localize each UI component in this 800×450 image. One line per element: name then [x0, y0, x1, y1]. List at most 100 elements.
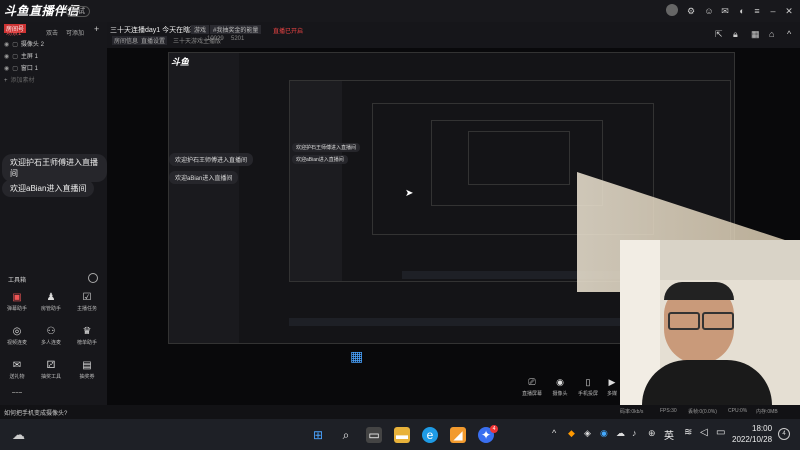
minimize-icon[interactable]: –	[768, 6, 778, 16]
add-scene-icon[interactable]: +	[94, 24, 99, 34]
fans-count: 5201	[231, 36, 245, 42]
clock-time[interactable]: 18:00	[752, 424, 772, 433]
lock-icon[interactable]: 🔒︎	[733, 29, 738, 40]
media-label: 多媒	[606, 391, 617, 397]
follower-count: 10029	[207, 36, 224, 42]
tool-multi-link[interactable]: ⚇ 多人连麦	[38, 326, 64, 346]
screen-icon[interactable]: ⎚	[520, 377, 544, 388]
tool-ticket[interactable]: ▤ 抽奖券	[74, 360, 100, 380]
status-item: 丢帧:0(0.0%)	[688, 409, 717, 415]
danmu-icon: ▣	[12, 292, 22, 303]
tab-double[interactable]: 双击	[46, 28, 58, 37]
douyu-app-icon[interactable]: ◢	[450, 427, 466, 443]
grid-icon[interactable]: ▦	[751, 29, 760, 40]
edge-icon[interactable]: e	[422, 427, 438, 443]
clock-date[interactable]: 2022/10/28	[732, 435, 772, 444]
tab-scene[interactable]: 场景1	[6, 28, 21, 37]
stream-title[interactable]: 三十天连播day1 今天在瞎玩	[110, 25, 197, 35]
category-tag[interactable]: 游戏	[191, 25, 210, 34]
skin-icon[interactable]: ◐	[737, 6, 747, 16]
screen-label: 直播屏幕	[521, 391, 542, 397]
home-icon[interactable]: ⌂	[769, 29, 774, 39]
phone-camera-hint[interactable]: 如何把手机变成摄像头?	[4, 408, 67, 417]
preview-capture-level5	[468, 131, 570, 185]
user-icon[interactable]: ☺	[704, 6, 714, 16]
toolbox-label: 工具箱	[8, 278, 27, 284]
search-icon[interactable]: ⌕	[338, 427, 354, 443]
menu-icon[interactable]: ≡	[752, 6, 762, 16]
more-tools-icon[interactable]	[12, 392, 22, 396]
volume-icon[interactable]: ◁	[700, 427, 708, 438]
notification-badge: 4	[490, 425, 498, 433]
windows-start-icon: ▦	[350, 348, 364, 364]
tool-task[interactable]: ☑ 主播任务	[74, 292, 100, 312]
source-row[interactable]: ◉ ▢ 窗口 1	[4, 64, 38, 74]
phone-cast-label: 手机投屏	[577, 391, 598, 397]
notification-center-icon[interactable]: 4	[778, 428, 790, 440]
chat-message: 欢迎护石王师傅进入直播间	[2, 154, 107, 182]
alert-text: 直播已开启	[273, 29, 304, 35]
windows-taskbar: ☁ ⊞ ⌕ ▭ ▬ e ◢ ✦ 4 ^ ◆ ◈ ◉ ☁ ♪ ⊕ 英 ≋ ◁ ▭ …	[0, 419, 800, 450]
tool-lottery[interactable]: ⚂ 抽奖工具	[38, 360, 64, 380]
lock-icon[interactable]: ▢	[12, 40, 18, 50]
onedrive-icon[interactable]: ☁	[616, 428, 625, 439]
lock-icon[interactable]: ▢	[12, 64, 18, 74]
share-icon[interactable]: ⇱	[715, 29, 723, 40]
tool-admin[interactable]: ♟ 房管助手	[38, 292, 64, 312]
room-info-link[interactable]: 房间信息	[112, 36, 141, 45]
language-indicator[interactable]: 英	[664, 427, 674, 442]
settings-icon[interactable]: ⚙	[686, 6, 696, 16]
wifi-icon[interactable]: ≋	[684, 427, 692, 438]
tool-gift[interactable]: ✉ 送礼物	[4, 360, 30, 380]
media-icon[interactable]: ▶	[604, 377, 620, 388]
battery-icon[interactable]: ▭	[716, 427, 725, 438]
close-icon[interactable]: ✕	[784, 6, 794, 16]
file-explorer-icon[interactable]: ▬	[394, 427, 410, 443]
version-badge: 测试	[66, 6, 90, 17]
source-row[interactable]: ◉ ▢ 摄像头 2	[4, 40, 44, 50]
title-bar: 斗鱼直播伴侣 测试 ⚙ ☺ ✉ ◐ ≡ – ✕	[0, 0, 800, 22]
tool-danmu[interactable]: ▣ 弹幕助手	[4, 292, 30, 312]
mail-icon[interactable]: ✉	[720, 6, 730, 16]
status-item: 内存:0MB	[756, 409, 778, 415]
tab-add[interactable]: 可添加	[66, 28, 84, 37]
video-link-icon: ◎	[12, 326, 22, 337]
stream-header: 三十天连播day1 今天在瞎玩 游戏 #我抽奖金的能量 直播已开启 房间信息 直…	[107, 22, 800, 48]
avatar[interactable]	[666, 4, 678, 16]
task-view-icon[interactable]: ▭	[366, 427, 382, 443]
tray-app-icon[interactable]: ◈	[584, 428, 591, 439]
tool-video-link[interactable]: ◎ 视频连麦	[4, 326, 30, 346]
lottery-icon: ⚂	[46, 360, 56, 371]
phone-cast-icon[interactable]: ▯	[576, 377, 600, 388]
status-item: CPU:0%	[728, 408, 748, 414]
source-row[interactable]: ◉ ▢ 主屏 1	[4, 52, 38, 62]
camera-label: 摄像头	[552, 391, 568, 397]
eye-icon[interactable]: ◉	[4, 64, 9, 74]
eye-icon[interactable]: ◉	[4, 40, 9, 50]
webcam-feed	[620, 240, 800, 405]
stream-settings-link[interactable]: 直播设置	[139, 36, 168, 45]
start-icon[interactable]: ⊞	[310, 427, 326, 443]
sidebar: 房间号 场景1 双击 可添加 + ◉ ▢ 摄像头 2 ◉ ▢ 主屏 1 ◉ ▢ 窗口 1 +…	[0, 22, 107, 405]
collapse-icon[interactable]: ^	[787, 29, 791, 39]
camera-icon[interactable]: ◉	[548, 377, 572, 388]
weather-icon[interactable]: ☁	[12, 427, 25, 443]
tray-app-icon[interactable]: ◉	[600, 428, 608, 439]
task-icon: ☑	[82, 292, 92, 303]
toolbox-settings-icon[interactable]	[88, 273, 98, 283]
input-method-icon[interactable]: ⊕	[648, 428, 656, 439]
status-item: FPS:30	[660, 408, 677, 414]
add-source-item[interactable]: + 添加素材	[4, 76, 35, 86]
tray-chevron-icon[interactable]: ^	[552, 428, 556, 438]
status-bar: 如何把手机变成摄像头? 码率:0kb/s FPS:30 丢帧:0(0.0%) C…	[0, 405, 800, 419]
preview-controls: ⎚ 直播屏幕 ◉ 摄像头 ▯ 手机投屏 ▶ 多媒	[520, 377, 620, 401]
tool-rank[interactable]: ♛ 榜单助手	[74, 326, 100, 346]
multi-link-icon: ⚇	[46, 326, 56, 337]
tray-app-icon[interactable]: ◆	[568, 428, 575, 439]
tag-2[interactable]: #我抽奖金的能量	[210, 25, 262, 34]
lock-icon[interactable]: ▢	[12, 52, 18, 62]
eye-icon[interactable]: ◉	[4, 52, 9, 62]
tray-app-icon[interactable]: ♪	[632, 428, 637, 438]
status-item: 码率:0kb/s	[620, 409, 644, 415]
ticket-icon: ▤	[82, 360, 92, 371]
